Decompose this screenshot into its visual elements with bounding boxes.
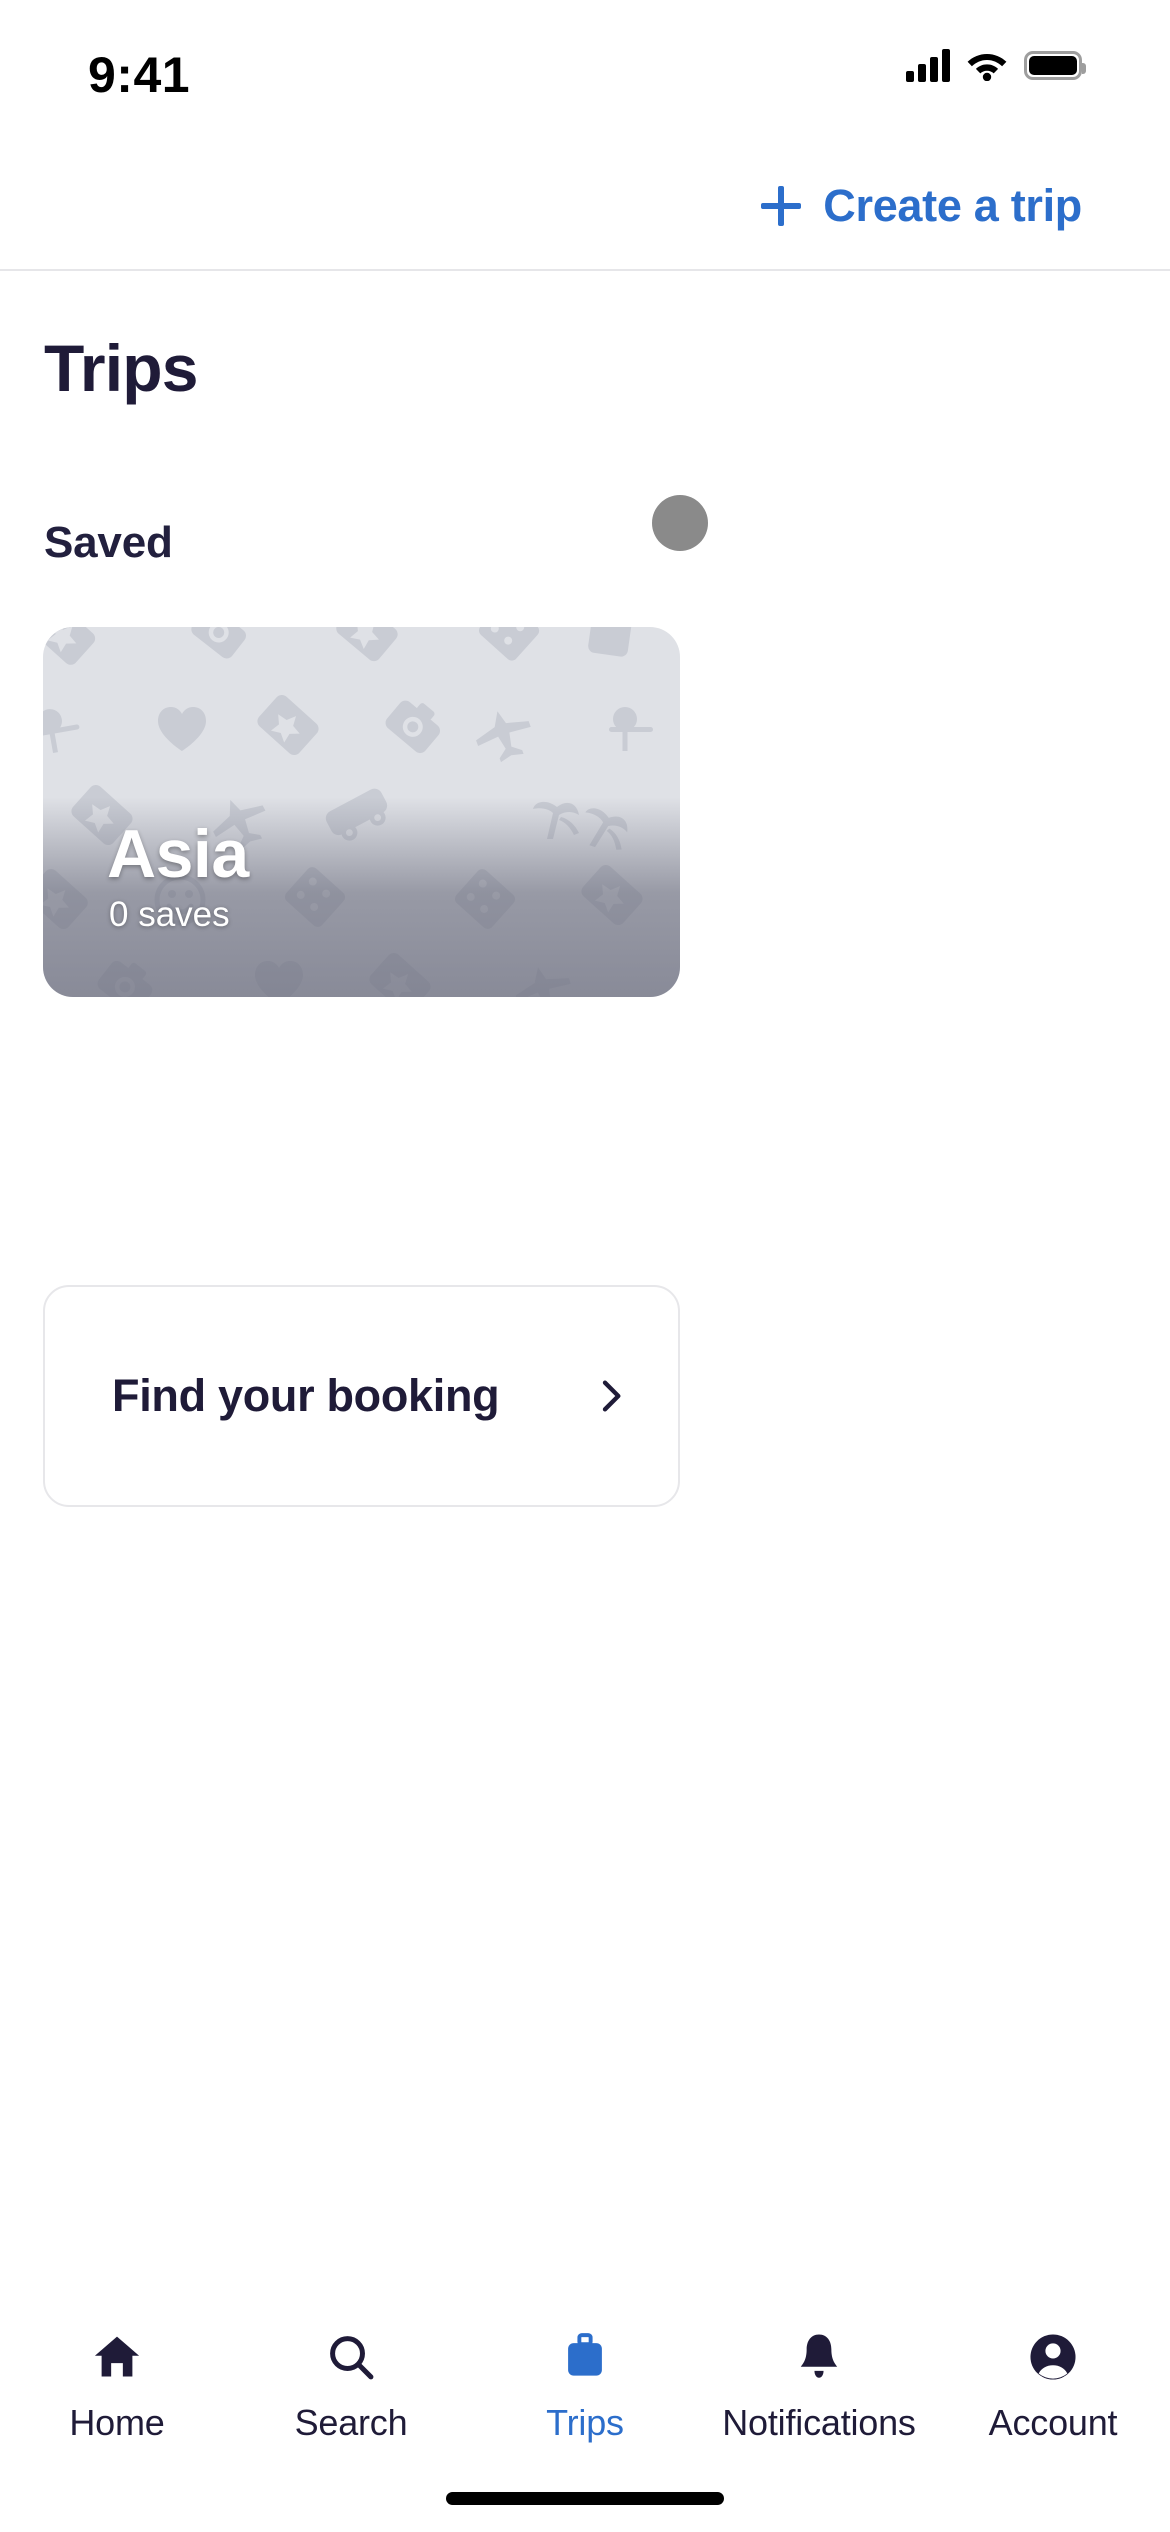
person-icon <box>1027 2330 1079 2384</box>
home-icon <box>91 2330 143 2384</box>
chevron-right-icon <box>602 1380 621 1412</box>
tab-trips-label: Trips <box>546 2402 624 2443</box>
status-time: 9:41 <box>88 47 191 103</box>
tab-notifications-label: Notifications <box>722 2402 916 2443</box>
status-indicators <box>906 48 1086 82</box>
tab-search-label: Search <box>294 2402 408 2443</box>
trip-card-saves-count: 0 saves <box>109 895 230 934</box>
suitcase-icon <box>559 2330 611 2384</box>
phone-screen: 9:41 Create a trip Trips Saved Asia 0 sa… <box>0 0 1170 2532</box>
tab-search[interactable]: Search <box>234 2330 468 2444</box>
cellular-signal-icon <box>906 48 950 82</box>
trip-card-title: Asia <box>107 816 249 892</box>
home-indicator[interactable] <box>446 2492 724 2505</box>
saved-trip-card-asia[interactable]: Asia 0 saves <box>43 627 680 997</box>
wifi-icon <box>967 54 1007 81</box>
tab-home[interactable]: Home <box>0 2330 234 2444</box>
bell-icon <box>793 2330 845 2384</box>
find-booking-label: Find your booking <box>112 1370 500 1421</box>
tab-account-label: Account <box>988 2402 1118 2443</box>
create-trip-label: Create a trip <box>823 180 1082 231</box>
tab-notifications[interactable]: Notifications <box>702 2330 936 2444</box>
avatar <box>652 495 708 551</box>
page-title: Trips <box>44 331 199 405</box>
tab-trips[interactable]: Trips <box>468 2330 702 2444</box>
saved-section-title: Saved <box>44 518 173 567</box>
status-bar: 9:41 <box>0 0 1170 150</box>
search-icon <box>325 2330 377 2384</box>
plus-icon <box>761 186 802 226</box>
find-booking-row[interactable]: Find your booking <box>43 1285 680 1507</box>
create-trip-button[interactable]: Create a trip <box>761 180 1082 232</box>
tab-home-label: Home <box>69 2402 165 2443</box>
battery-icon <box>1024 50 1086 80</box>
top-action-bar: Create a trip <box>0 150 1170 271</box>
tab-account[interactable]: Account <box>936 2330 1170 2444</box>
